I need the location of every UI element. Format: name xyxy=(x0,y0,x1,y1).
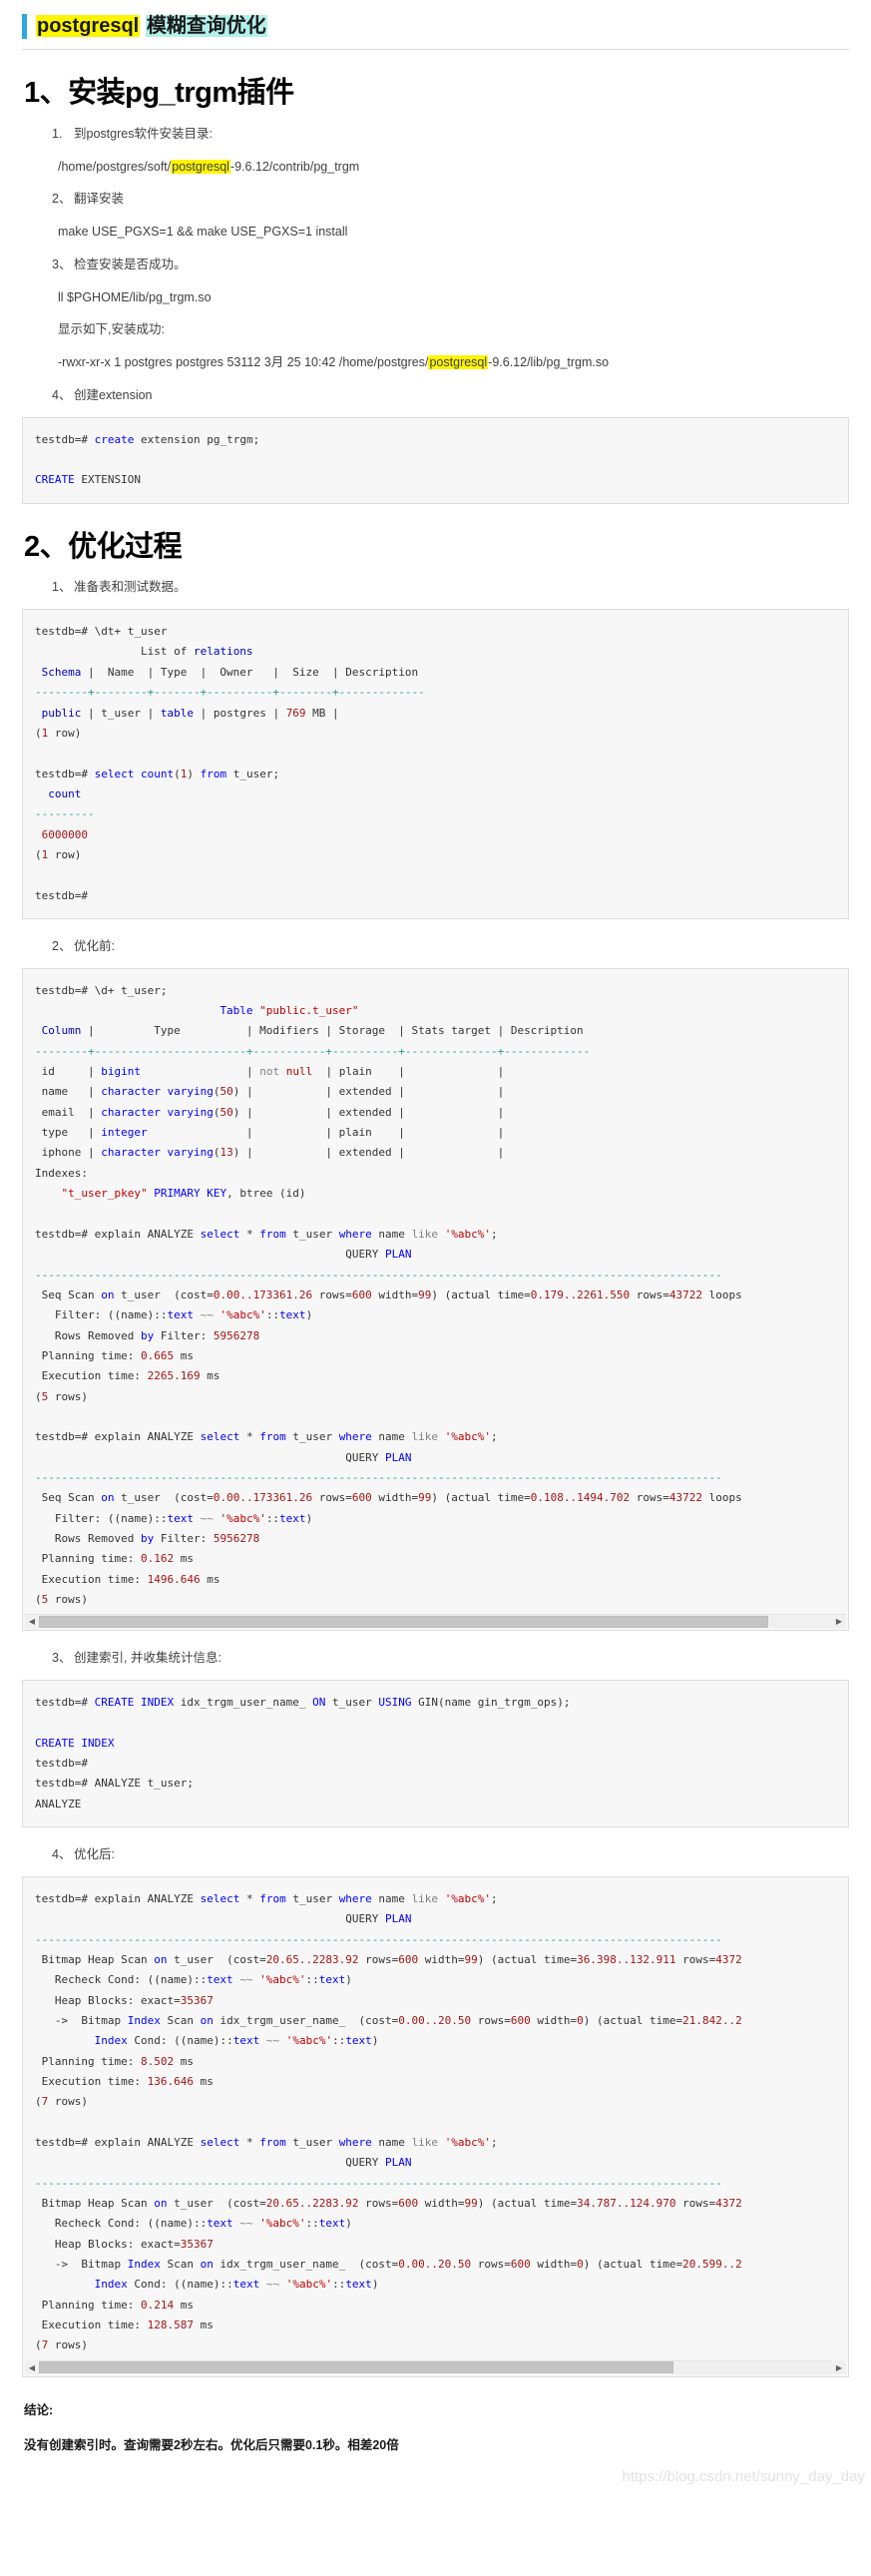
scroll-right-arrow-icon[interactable]: ▶ xyxy=(832,2360,846,2375)
scroll-right-arrow-icon[interactable]: ▶ xyxy=(832,1614,846,1629)
watermark: https://blog.csdn.net/sunny_day_day xyxy=(622,2467,865,2485)
code-content: testdb=# create extension pg_trgm; CREAT… xyxy=(35,432,260,487)
code-content: testdb=# \d+ t_user; Table "public.t_use… xyxy=(35,983,742,1606)
ls-output-prefix: -rwxr-xr-x 1 postgres postgres 53112 3月 … xyxy=(58,355,429,370)
document-title-bar: postgresql 模糊查询优化 xyxy=(22,14,849,50)
step-label: 准备表和测试数据。 xyxy=(74,580,187,595)
step-number: 4、 xyxy=(52,1847,72,1862)
scrollbar-thumb[interactable] xyxy=(39,2361,673,2374)
make-command-detail: make USE_PGXS=1 && make USE_PGXS=1 insta… xyxy=(58,225,348,240)
horizontal-scrollbar[interactable]: ◀ ▶ xyxy=(25,1614,846,1629)
code-block-table-info: testdb=# \dt+ t_user List of relations S… xyxy=(22,609,849,919)
step-number: 3、 xyxy=(52,1651,72,1666)
install-path-detail: /home/postgres/soft/postgresql-9.6.12/co… xyxy=(58,158,849,177)
step-label: 翻译安装 xyxy=(74,192,125,207)
list-item: 2、 优化前: xyxy=(52,937,849,956)
step-label: 优化后: xyxy=(74,1847,115,1862)
list-item: 1、 准备表和测试数据。 xyxy=(52,578,849,597)
step-label: 优化前: xyxy=(74,938,115,953)
step-number: 1、 xyxy=(52,580,72,595)
optimize-steps-list-4: 4、 优化后: xyxy=(22,1845,849,1864)
install-steps-list-4: 4、 创建extension xyxy=(22,386,849,405)
list-item: 1. 到postgres软件安装目录: xyxy=(52,125,849,144)
title-keyword-highlight: postgresql xyxy=(36,15,141,37)
scroll-left-arrow-icon[interactable]: ◀ xyxy=(25,1614,39,1629)
install-path-highlight: postgresql xyxy=(171,159,230,174)
step-number: 1. xyxy=(52,126,63,141)
scrollbar-thumb[interactable] xyxy=(39,1615,769,1628)
code-content: testdb=# \dt+ t_user List of relations S… xyxy=(35,625,425,902)
ls-output-detail: -rwxr-xr-x 1 postgres postgres 53112 3月 … xyxy=(58,353,849,372)
document-page: postgresql 模糊查询优化 1、安装pg_trgm插件 1. 到post… xyxy=(0,0,871,2511)
optimize-steps-list-1: 1、 准备表和测试数据。 xyxy=(22,578,849,597)
step-number: 2、 xyxy=(52,192,72,207)
verify-output-label: 显示如下,安装成功: xyxy=(58,322,165,337)
title-topic-highlight: 模糊查询优化 xyxy=(145,15,267,37)
code-block-explain-after: testdb=# explain ANALYZE select * from t… xyxy=(22,1875,849,2377)
list-item: 3、 创建索引, 并收集统计信息: xyxy=(52,1649,849,1668)
code-block-create-index: testdb=# CREATE INDEX idx_trgm_user_name… xyxy=(22,1680,849,1828)
install-path-prefix: /home/postgres/soft/ xyxy=(58,159,172,174)
scrollbar-track[interactable] xyxy=(39,1615,832,1628)
ls-output-suffix: -9.6.12/lib/pg_trgm.so xyxy=(488,355,610,370)
install-path-suffix: -9.6.12/contrib/pg_trgm xyxy=(229,159,360,174)
horizontal-scrollbar[interactable]: ◀ ▶ xyxy=(25,2359,846,2375)
step-number: 4、 xyxy=(52,387,72,402)
step-number: 3、 xyxy=(52,257,72,271)
install-steps-list-2: 2、 翻译安装 xyxy=(22,190,849,209)
install-steps-list: 1. 到postgres软件安装目录: xyxy=(22,125,849,144)
section-heading-install: 1、安装pg_trgm插件 xyxy=(24,77,294,109)
ls-output-highlight: postgresql xyxy=(428,355,489,370)
optimize-steps-list-2: 2、 优化前: xyxy=(22,937,849,956)
title-accent-bar xyxy=(22,14,27,39)
scrollbar-track[interactable] xyxy=(39,2361,832,2374)
optimize-steps-list-3: 3、 创建索引, 并收集统计信息: xyxy=(22,1649,849,1668)
scroll-left-arrow-icon[interactable]: ◀ xyxy=(25,2360,39,2375)
conclusion-label: 结论: xyxy=(24,2402,54,2417)
install-steps-list-3: 3、 检查安装是否成功。 xyxy=(22,256,849,274)
section-heading-optimize: 2、优化过程 xyxy=(24,530,183,563)
code-block-explain-before: testdb=# \d+ t_user; Table "public.t_use… xyxy=(22,967,849,1632)
code-content: testdb=# explain ANALYZE select * from t… xyxy=(35,1891,742,2352)
step-label: 到postgres软件安装目录: xyxy=(74,126,213,141)
list-item: 4、 创建extension xyxy=(52,386,849,405)
conclusion-text: 没有创建索引时。查询需要2秒左右。优化后只需要0.1秒。相差20倍 xyxy=(24,2437,399,2452)
code-content: testdb=# CREATE INDEX idx_trgm_user_name… xyxy=(35,1696,571,1810)
step-label: 检查安装是否成功。 xyxy=(74,257,187,271)
step-label: 创建索引, 并收集统计信息: xyxy=(74,1651,221,1666)
code-block-create-extension: testdb=# create extension pg_trgm; CREAT… xyxy=(22,416,849,504)
ll-command-detail: ll $PGHOME/lib/pg_trgm.so xyxy=(58,289,212,304)
step-label: 创建extension xyxy=(74,387,153,402)
list-item: 4、 优化后: xyxy=(52,1845,849,1864)
step-number: 2、 xyxy=(52,938,72,953)
list-item: 3、 检查安装是否成功。 xyxy=(52,256,849,274)
list-item: 2、 翻译安装 xyxy=(52,190,849,209)
page-title: postgresql 模糊查询优化 xyxy=(36,14,267,39)
